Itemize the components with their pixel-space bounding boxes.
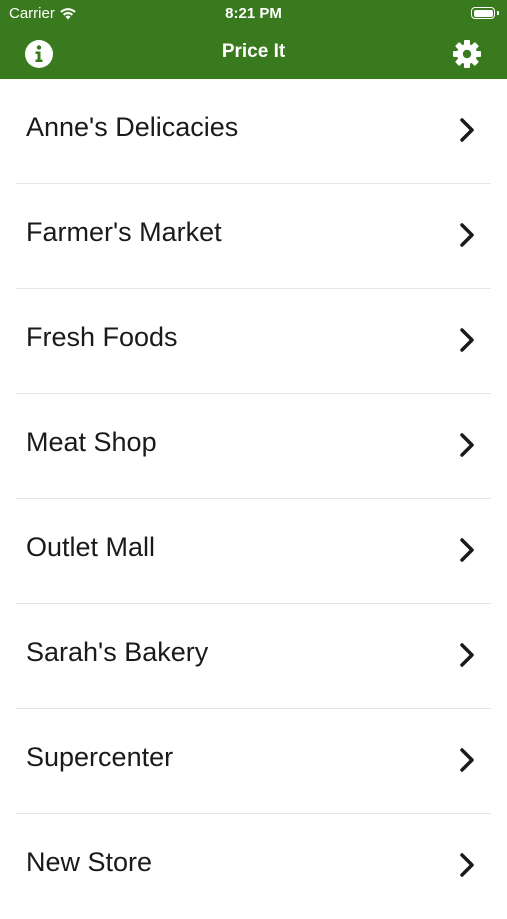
gear-icon	[453, 40, 481, 68]
chevron-right-icon	[460, 118, 474, 142]
navigation-bar: Price It	[0, 28, 507, 79]
chevron-right-icon	[460, 433, 474, 457]
battery-tip	[497, 11, 499, 15]
store-row[interactable]: Supercenter	[0, 709, 507, 814]
store-row[interactable]: Sarah's Bakery	[0, 604, 507, 709]
chevron-right-icon	[460, 853, 474, 877]
chevron-right-icon	[460, 538, 474, 562]
settings-button[interactable]	[451, 38, 483, 70]
store-row[interactable]: Outlet Mall	[0, 499, 507, 604]
store-name: Fresh Foods	[26, 322, 178, 352]
store-name: Farmer's Market	[26, 217, 222, 247]
store-row[interactable]: Farmer's Market	[0, 184, 507, 289]
store-name: Anne's Delicacies	[26, 112, 239, 142]
store-name: Outlet Mall	[26, 532, 156, 562]
store-list: Anne's Delicacies Farmer's Market Fresh …	[0, 79, 507, 919]
chevron-right-icon	[460, 748, 474, 772]
store-row[interactable]: Meat Shop	[0, 394, 507, 499]
status-time: 8:21 PM	[225, 5, 282, 22]
status-bar: Carrier 8:21 PM	[0, 0, 507, 28]
store-row[interactable]: Anne's Delicacies	[0, 79, 507, 184]
store-name: New Store	[26, 847, 153, 877]
chevron-right-icon	[460, 643, 474, 667]
chevron-right-icon	[460, 223, 474, 247]
store-name: Supercenter	[26, 742, 174, 772]
store-row[interactable]: New Store	[0, 814, 507, 919]
store-row[interactable]: Fresh Foods	[0, 289, 507, 394]
chevron-right-icon	[460, 328, 474, 352]
page-title: Price It	[221, 41, 286, 62]
battery-icon	[471, 7, 495, 19]
store-name: Meat Shop	[26, 427, 157, 457]
top-bar: Carrier 8:21 PM Price It	[0, 0, 507, 79]
store-name: Sarah's Bakery	[26, 637, 209, 667]
